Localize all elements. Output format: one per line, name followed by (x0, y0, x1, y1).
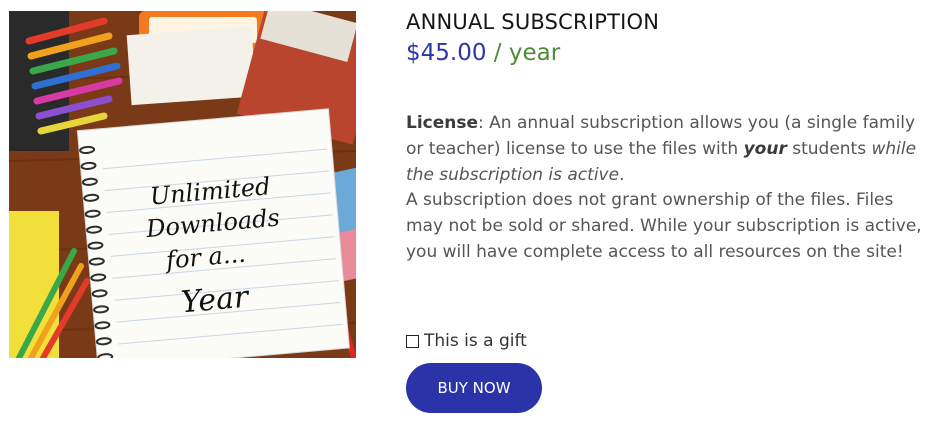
price-amount: $45.00 (406, 40, 487, 66)
price-period: / year (493, 40, 561, 66)
ownership-text: A subscription does not grant ownership … (406, 190, 922, 262)
license-label: License (406, 113, 479, 133)
gift-label[interactable]: This is a gift (424, 331, 527, 351)
license-text-3: . (619, 164, 625, 185)
license-text-2: students (786, 138, 872, 159)
license-emphasis: your (743, 138, 787, 159)
gift-option[interactable]: This is a gift (406, 331, 527, 351)
gift-checkbox[interactable] (406, 334, 419, 348)
product-title: ANNUAL SUBSCRIPTION (406, 10, 660, 34)
buy-now-button[interactable]: BUY NOW (406, 363, 542, 413)
product-image: Unlimited Downloads for a... Year (9, 11, 356, 358)
image-handwriting-line4: Year (180, 279, 252, 320)
license-description: License: An annual subscription allows y… (406, 111, 934, 266)
price-line: $45.00 / year (406, 40, 560, 66)
